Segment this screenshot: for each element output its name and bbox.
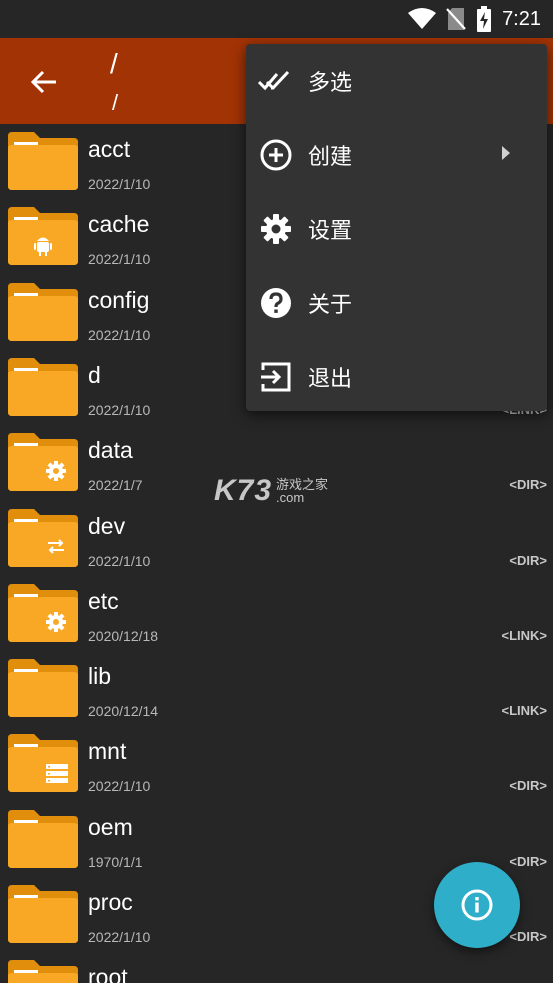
file-row[interactable]: lib 2020/12/14 <LINK>	[0, 651, 553, 726]
file-type: <LINK>	[501, 703, 547, 719]
battery-charging-icon	[477, 6, 492, 32]
gear-icon	[258, 211, 294, 247]
arrow-left-icon	[30, 70, 56, 94]
folder-icon	[8, 207, 78, 266]
file-type: <DIR>	[509, 929, 547, 944]
menu-label: 关于	[308, 292, 353, 317]
back-button[interactable]	[22, 60, 66, 104]
overflow-menu: 多选 创建 设置 关于 退出	[246, 44, 547, 411]
file-name: acct	[88, 136, 131, 162]
add-circle-icon	[258, 137, 294, 173]
file-type: <DIR>	[509, 778, 547, 794]
watermark-line2: .com	[276, 490, 305, 505]
folder-icon	[8, 433, 78, 492]
folder-icon	[8, 960, 78, 983]
path-title: /	[110, 48, 118, 79]
file-name: cache	[88, 211, 150, 238]
double-check-icon	[258, 63, 294, 99]
file-date: 2022/1/10	[88, 929, 151, 945]
file-name: lib	[88, 663, 112, 690]
file-name: config	[88, 286, 150, 313]
menu-item-multiselect[interactable]: 多选	[246, 44, 547, 118]
folder-icon	[8, 809, 78, 868]
menu-item-settings[interactable]: 设置	[246, 192, 547, 266]
menu-item-exit[interactable]: 退出	[246, 340, 547, 414]
help-circle-icon	[258, 285, 294, 321]
folder-icon	[8, 132, 78, 190]
file-name: data	[88, 437, 133, 464]
file-type: <DIR>	[509, 552, 547, 568]
file-name: mnt	[88, 738, 127, 765]
menu-label: 设置	[308, 218, 353, 243]
watermark-big: K73	[214, 474, 273, 507]
folder-icon	[8, 659, 78, 718]
file-date: 2020/12/18	[88, 627, 159, 644]
file-date: 2020/12/14	[88, 703, 159, 720]
file-row[interactable]: root	[0, 952, 553, 983]
submenu-arrow-icon	[501, 145, 511, 165]
file-name: d	[88, 361, 101, 388]
file-date: 2022/1/10	[88, 552, 151, 569]
file-type: <DIR>	[509, 477, 547, 493]
menu-label: 退出	[308, 366, 353, 391]
folder-icon	[8, 885, 78, 943]
file-date: 2022/1/10	[88, 778, 151, 795]
watermark-text: 游戏之家 .com	[276, 478, 328, 504]
file-date: 2022/1/10	[88, 326, 151, 343]
file-date: 2022/1/10	[88, 401, 151, 418]
status-bar: 7:21	[0, 0, 553, 38]
file-name: proc	[88, 889, 133, 915]
file-date: 1970/1/1	[88, 853, 143, 870]
file-name: etc	[88, 587, 119, 614]
folder-icon	[8, 734, 78, 793]
file-row[interactable]: mnt 2022/1/10 <DIR>	[0, 726, 553, 801]
wifi-icon	[408, 8, 437, 29]
menu-label: 创建	[308, 144, 353, 169]
status-time: 7:21	[502, 7, 541, 30]
file-row[interactable]: dev 2022/1/10 <DIR>	[0, 501, 553, 576]
info-fab-button[interactable]	[434, 862, 520, 948]
folder-icon	[8, 508, 78, 567]
no-sim-icon	[446, 8, 466, 30]
menu-label: 多选	[308, 70, 353, 95]
exit-icon	[258, 359, 294, 395]
file-name: root	[88, 964, 128, 983]
menu-item-create[interactable]: 创建	[246, 118, 547, 192]
file-date: 2022/1/7	[88, 477, 143, 494]
status-icons: 7:21	[408, 6, 541, 32]
file-type: <LINK>	[501, 627, 547, 643]
watermark-logo: K73 游戏之家 .com	[214, 474, 328, 508]
file-row[interactable]: etc 2020/12/18 <LINK>	[0, 576, 553, 651]
menu-item-about[interactable]: 关于	[246, 266, 547, 340]
file-name: oem	[88, 813, 133, 840]
info-icon	[461, 889, 493, 921]
folder-icon	[8, 357, 78, 416]
file-name: dev	[88, 512, 126, 539]
folder-icon	[8, 583, 78, 642]
file-date: 2022/1/10	[88, 251, 151, 268]
file-type: <DIR>	[509, 853, 547, 869]
file-date: 2022/1/10	[88, 176, 151, 192]
folder-icon	[8, 282, 78, 341]
path-subtitle: /	[112, 90, 119, 115]
